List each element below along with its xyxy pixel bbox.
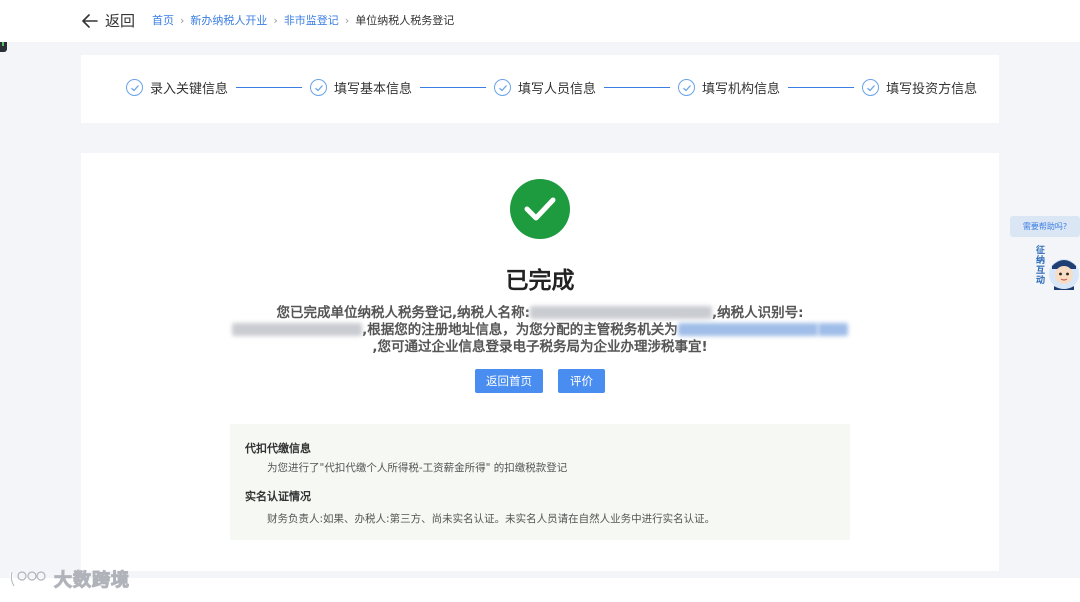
result-message: 您已完成单位纳税人税务登记,纳税人名称: ,纳税人识别号: ,根据您的注册地址信息，… — [232, 305, 848, 356]
help-bubble[interactable]: 需要帮助吗? — [1010, 216, 1080, 237]
breadcrumb-current: 单位纳税人税务登记 — [355, 14, 455, 27]
breadcrumb-subsection[interactable]: 非市监登记 — [284, 12, 339, 28]
withholding-text: 为您进行了"代扣代缴个人所得税-工资薪金所得" 的扣缴税款登记 — [267, 462, 568, 474]
redacted-taxpayer-name — [530, 306, 712, 319]
realname-text: 财务负责人:如果、办税人:第三方、尚未实名认证。未实名人员请在自然人业务中进行实… — [267, 513, 716, 525]
message-text: ,根据您的注册地址信息，为您分配的主管税务机关为 — [362, 322, 678, 338]
step-label: 填写人员信息 — [518, 82, 597, 97]
step-label: 填写投资方信息 — [886, 82, 978, 97]
check-circle-icon — [310, 79, 328, 96]
check-circle-icon — [862, 79, 880, 96]
step-5: 填写投资方信息 — [862, 78, 977, 97]
message-text: 您已完成单位纳税人税务登记,纳税人名称: — [276, 305, 530, 321]
progress-steps: 录入关键信息 填写基本信息 填写人员信息 填写机构信息 填写投资方信息 — [126, 78, 977, 97]
step-label: 填写基本信息 — [334, 82, 413, 97]
breadcrumb-home[interactable]: 首页 — [152, 12, 174, 28]
breadcrumb-separator: › — [273, 13, 278, 27]
breadcrumb: 首页 › 新办纳税人开业 › 非市监登记 › 单位纳税人税务登记 — [152, 12, 454, 28]
back-label: 返回 — [105, 12, 136, 30]
watermark-logo-icon — [9, 571, 46, 587]
step-4: 填写机构信息 — [678, 78, 780, 97]
step-label: 录入关键信息 — [150, 82, 229, 97]
step-2: 填写基本信息 — [310, 78, 412, 97]
redacted-tax-authority[interactable] — [677, 323, 818, 336]
back-button[interactable]: 返回 — [82, 10, 135, 31]
watermark: 大数跨境 — [8, 566, 130, 592]
redacted-tax-authority[interactable] — [817, 323, 848, 336]
step-connector — [420, 86, 487, 89]
step-connector — [604, 86, 671, 89]
watermark-text: 大数跨境 — [54, 570, 130, 592]
rate-button[interactable]: 评价 — [558, 369, 605, 393]
message-text: ,您可通过企业信息登录电子税务局为企业办理涉税事宜! — [372, 339, 708, 355]
message-text: ,纳税人识别号: — [712, 305, 804, 321]
result-title: 已完成 — [505, 268, 575, 294]
breadcrumb-section[interactable]: 新办纳税人开业 — [190, 12, 267, 28]
realname-title: 实名认证情况 — [245, 490, 311, 503]
step-1: 录入关键信息 — [126, 78, 228, 97]
assistant-label: 征纳互动 — [1036, 246, 1046, 286]
arrow-left-icon — [82, 13, 98, 28]
check-circle-icon — [678, 79, 696, 96]
return-home-button[interactable]: 返回首页 — [475, 369, 543, 393]
footer-strip — [0, 578, 1080, 602]
step-connector — [788, 86, 855, 89]
breadcrumb-separator: › — [180, 13, 185, 27]
step-connector — [236, 86, 303, 89]
top-bar: 返回 首页 › 新办纳税人开业 › 非市监登记 › 单位纳税人税务登记 — [0, 0, 1080, 42]
success-check-icon — [510, 179, 570, 239]
withholding-title: 代扣代缴信息 — [245, 442, 311, 455]
check-circle-icon — [494, 79, 512, 96]
step-3: 填写人员信息 — [494, 78, 596, 97]
check-circle-icon — [126, 79, 143, 96]
step-label: 填写机构信息 — [702, 82, 781, 97]
breadcrumb-separator: › — [344, 13, 350, 27]
redacted-taxpayer-id — [232, 323, 363, 336]
